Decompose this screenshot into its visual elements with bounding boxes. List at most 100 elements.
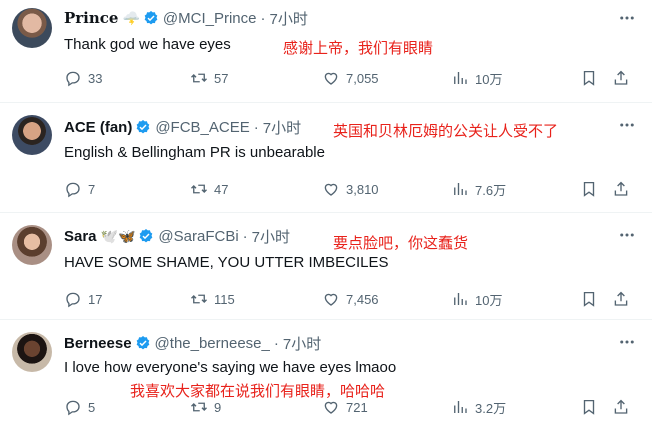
tweet-actions: 17 115 7,456 10万 xyxy=(64,289,640,309)
user-handle[interactable]: @SaraFCBi xyxy=(158,228,238,245)
views-icon xyxy=(454,401,467,413)
dot-separator: · xyxy=(273,334,279,352)
user-handle[interactable]: @FCB_ACEE xyxy=(155,119,249,136)
tweet-header: Prince 🌩️ @MCI_Prince · 7小时 xyxy=(64,8,308,28)
avatar[interactable] xyxy=(12,8,52,48)
reply-count: 33 xyxy=(88,70,103,86)
share-button[interactable] xyxy=(612,289,630,309)
tweet[interactable]: Sara 🕊️🦋 @SaraFCBi · 7小时 HAVE SOME SHAME… xyxy=(0,213,652,320)
reply-button[interactable]: 7 xyxy=(64,179,95,199)
retweet-icon xyxy=(191,402,207,412)
reply-button[interactable]: 17 xyxy=(64,289,102,309)
display-name[interactable]: ACE (fan) xyxy=(64,119,132,136)
retweet-icon xyxy=(191,294,207,304)
verified-badge-icon xyxy=(140,229,153,243)
views-button[interactable]: 7.6万 xyxy=(451,179,506,199)
retweet-button[interactable]: 115 xyxy=(190,289,235,309)
retweet-count: 115 xyxy=(214,291,235,307)
tweet-actions: 7 47 3,810 7.6万 xyxy=(64,179,640,199)
retweet-button[interactable]: 9 xyxy=(190,397,221,417)
like-count: 721 xyxy=(346,399,368,415)
reply-button[interactable]: 5 xyxy=(64,397,95,417)
like-button[interactable]: 721 xyxy=(322,397,368,417)
views-count: 10万 xyxy=(475,71,503,87)
tweet-feed: Prince 🌩️ @MCI_Prince · 7小时 Thank god we… xyxy=(0,0,652,430)
more-icon[interactable] xyxy=(618,116,636,134)
bookmark-icon xyxy=(583,291,595,307)
views-button[interactable]: 10万 xyxy=(451,68,502,88)
retweet-count: 57 xyxy=(214,70,229,86)
share-icon xyxy=(614,181,628,196)
like-icon xyxy=(324,293,338,306)
tweet-header: Berneese @the_berneese_ · 7小时 xyxy=(64,333,321,353)
like-button[interactable]: 3,810 xyxy=(322,179,379,199)
like-button[interactable]: 7,055 xyxy=(322,68,379,88)
reply-count: 17 xyxy=(88,291,103,307)
views-button[interactable]: 10万 xyxy=(451,289,502,309)
avatar[interactable] xyxy=(12,115,52,155)
like-count: 7,055 xyxy=(346,70,379,86)
share-icon xyxy=(614,70,628,85)
views-count: 10万 xyxy=(475,292,503,308)
display-name[interactable]: Berneese xyxy=(64,335,132,352)
views-count: 7.6万 xyxy=(475,182,507,198)
avatar[interactable] xyxy=(12,332,52,372)
display-name[interactable]: Sara xyxy=(64,228,97,245)
views-icon xyxy=(454,72,467,84)
reply-icon xyxy=(66,71,80,87)
verified-badge-icon xyxy=(136,336,149,350)
tweet[interactable]: Berneese @the_berneese_ · 7小时 I love how… xyxy=(0,320,652,430)
bookmark-button[interactable] xyxy=(580,179,598,199)
reply-icon xyxy=(66,182,80,198)
tweet[interactable]: ACE (fan) @FCB_ACEE · 7小时 English & Bell… xyxy=(0,103,652,213)
more-icon[interactable] xyxy=(618,333,636,351)
timestamp[interactable]: 7小时 xyxy=(283,333,321,354)
retweet-button[interactable]: 47 xyxy=(190,179,228,199)
timestamp[interactable]: 7小时 xyxy=(270,8,308,29)
reply-count: 5 xyxy=(88,399,96,415)
reply-icon xyxy=(66,400,80,416)
views-count: 3.2万 xyxy=(475,400,507,416)
timestamp[interactable]: 7小时 xyxy=(252,226,290,247)
share-button[interactable] xyxy=(612,179,630,199)
like-icon xyxy=(324,183,338,196)
bookmark-icon xyxy=(583,181,595,197)
more-icon[interactable] xyxy=(618,9,636,27)
views-icon xyxy=(454,293,467,305)
reply-icon xyxy=(66,292,80,308)
share-icon xyxy=(614,291,628,306)
user-handle[interactable]: @the_berneese_ xyxy=(155,335,270,352)
tweet-text: I love how everyone's saying we have eye… xyxy=(64,359,397,376)
verified-badge-icon xyxy=(144,11,158,25)
share-icon xyxy=(614,399,628,414)
like-count: 7,456 xyxy=(346,291,379,307)
dot-separator: · xyxy=(260,9,266,27)
tweet-text: Thank god we have eyes xyxy=(64,36,231,53)
retweet-button[interactable]: 57 xyxy=(190,68,228,88)
dot-separator: · xyxy=(242,227,248,245)
tweet[interactable]: Prince 🌩️ @MCI_Prince · 7小时 Thank god we… xyxy=(0,0,652,103)
tweet-actions: 33 57 7,055 10万 xyxy=(64,68,640,88)
translation-annotation: 英国和贝林厄姆的公关让人受不了 xyxy=(333,122,559,140)
bookmark-button[interactable] xyxy=(580,289,598,309)
tweet-header: Sara 🕊️🦋 @SaraFCBi · 7小时 xyxy=(64,226,290,246)
like-button[interactable]: 7,456 xyxy=(322,289,379,309)
share-button[interactable] xyxy=(612,397,630,417)
tweet-text: English & Bellingham PR is unbearable xyxy=(64,144,325,161)
views-button[interactable]: 3.2万 xyxy=(451,397,506,417)
tweet-header: ACE (fan) @FCB_ACEE · 7小时 xyxy=(64,117,301,137)
bookmark-button[interactable] xyxy=(580,397,598,417)
avatar[interactable] xyxy=(12,225,52,265)
verified-badge-icon xyxy=(136,120,150,134)
like-icon xyxy=(324,72,338,85)
reply-button[interactable]: 33 xyxy=(64,68,102,88)
tweet-text: HAVE SOME SHAME, YOU UTTER IMBECILES xyxy=(64,254,389,271)
display-name[interactable]: Prince xyxy=(64,9,118,27)
user-handle[interactable]: @MCI_Prince xyxy=(163,10,257,27)
dot-separator: · xyxy=(253,118,259,136)
share-button[interactable] xyxy=(612,68,630,88)
bookmark-button[interactable] xyxy=(580,68,598,88)
timestamp[interactable]: 7小时 xyxy=(263,117,301,138)
more-icon[interactable] xyxy=(618,226,636,244)
like-count: 3,810 xyxy=(346,181,379,197)
